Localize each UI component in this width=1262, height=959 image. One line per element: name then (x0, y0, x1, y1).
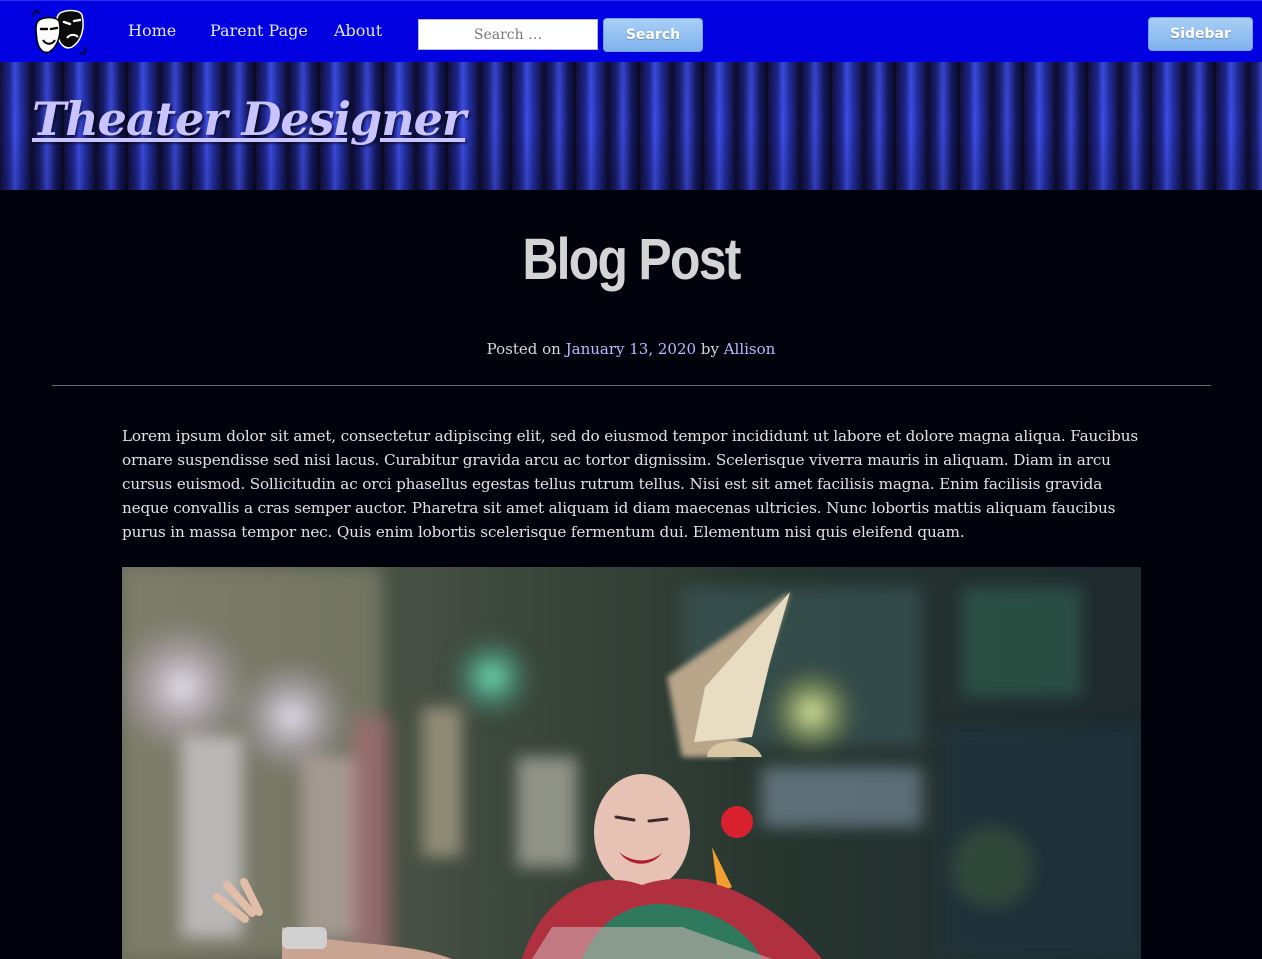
post-body-paragraph: Lorem ipsum dolor sit amet, consectetur … (122, 427, 1139, 541)
search-input[interactable] (418, 19, 598, 50)
post-meta: Posted on January 13, 2020 by Allison (0, 340, 1262, 358)
nav-link-home[interactable]: Home (128, 21, 176, 40)
post-date-link[interactable]: January 13, 2020 (566, 340, 696, 358)
post-featured-image (122, 567, 1141, 959)
post-title: Blog Post (522, 227, 741, 292)
site-title-link[interactable]: Theater Designer (32, 92, 466, 146)
sidebar-toggle-button[interactable]: Sidebar (1148, 17, 1253, 51)
theater-masks-logo-icon[interactable] (30, 7, 90, 57)
nav-link-parent-page[interactable]: Parent Page (210, 21, 308, 40)
nav-link-about[interactable]: About (334, 21, 382, 40)
top-navbar: Home Parent Page About Search Sidebar (0, 0, 1262, 62)
posted-on-label: Posted on (486, 340, 561, 358)
search-button[interactable]: Search (603, 18, 703, 52)
curtain-header-banner: Theater Designer (0, 62, 1262, 190)
author-link[interactable]: Allison (724, 340, 776, 358)
by-label: by (700, 340, 719, 358)
title-divider (52, 385, 1211, 386)
